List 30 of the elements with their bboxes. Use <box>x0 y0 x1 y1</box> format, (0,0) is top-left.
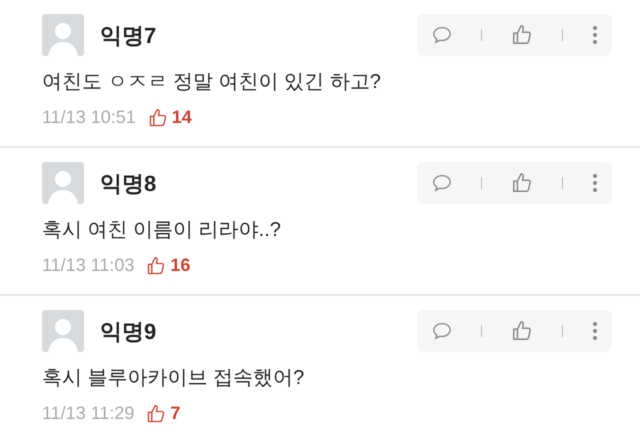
like-icon <box>146 404 166 424</box>
more-icon[interactable] <box>592 173 598 193</box>
like-icon <box>148 108 168 128</box>
author-name: 익명7 <box>100 22 156 50</box>
like-count: 16 <box>170 254 190 277</box>
avatar <box>42 310 84 352</box>
separator-icon <box>480 325 482 337</box>
like-count: 14 <box>172 106 192 129</box>
separator-icon <box>480 177 482 189</box>
like-icon <box>510 172 532 194</box>
comment-text: 혹시 블루아카이브 접속했어? <box>42 366 306 391</box>
comment-text: 여친도 ㅇㅈㄹ 정말 여친이 있긴 하고? <box>42 70 382 95</box>
timestamp: 11/13 10:51 <box>42 106 136 129</box>
comment-text: 혹시 여친 이름이 리라야..? <box>42 218 282 243</box>
reply-icon[interactable] <box>432 26 452 44</box>
author-name: 익명9 <box>100 318 156 346</box>
author-name: 익명8 <box>100 170 156 198</box>
avatar <box>42 162 84 204</box>
like-icon <box>510 24 532 46</box>
timestamp: 11/13 11:29 <box>42 402 134 425</box>
avatar <box>42 14 84 56</box>
like-count: 7 <box>170 402 180 425</box>
timestamp: 11/13 11:03 <box>42 254 134 277</box>
reply-icon[interactable] <box>432 322 452 340</box>
like-icon <box>146 256 166 276</box>
separator-icon <box>480 29 482 41</box>
like-icon <box>510 320 532 342</box>
reply-icon[interactable] <box>432 174 452 192</box>
more-icon[interactable] <box>592 25 598 45</box>
more-icon[interactable] <box>592 321 598 341</box>
